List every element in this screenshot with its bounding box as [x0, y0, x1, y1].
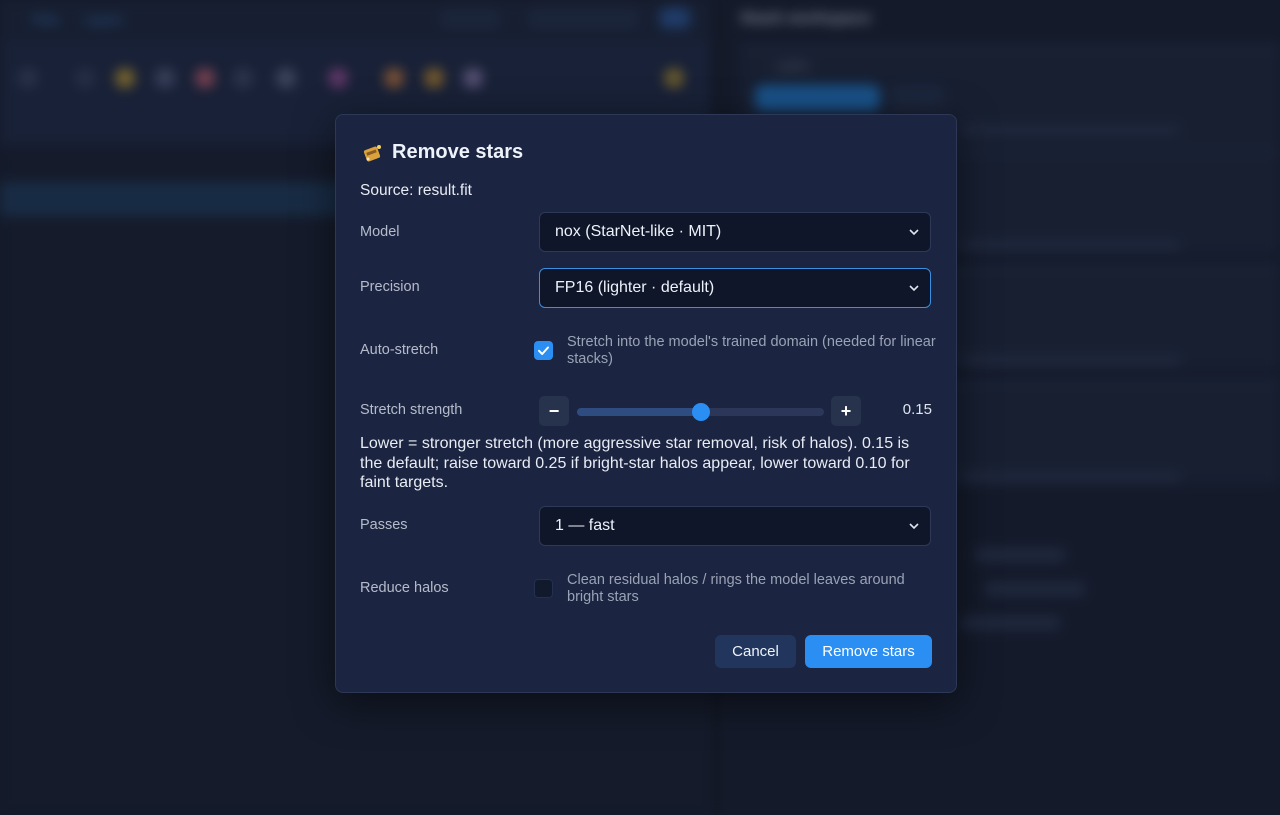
auto-stretch-checkbox[interactable] — [534, 341, 553, 360]
checkmark-icon — [538, 346, 549, 355]
background-tool-icon — [463, 68, 483, 88]
slider-fill — [577, 408, 701, 416]
source-file: Source: result.fit — [360, 182, 472, 199]
dialog-header: Remove stars — [362, 141, 523, 164]
auto-stretch-description: Stretch into the model's trained domain … — [567, 334, 936, 367]
passes-select-value: 1 — fast — [555, 517, 615, 534]
precision-select[interactable]: FP16 (lighter · default) — [539, 268, 931, 308]
background-tool-icon — [384, 68, 404, 88]
background-tool-icon — [276, 68, 296, 88]
cancel-button[interactable]: Cancel — [715, 635, 796, 668]
background-tool-icon — [155, 68, 175, 88]
remove-stars-dialog: Remove stars Source: result.fit Model no… — [335, 114, 957, 693]
stretch-strength-label: Stretch strength — [360, 402, 463, 418]
model-select[interactable]: nox (StarNet-like · MIT) — [539, 212, 931, 252]
background-tool-icon — [115, 68, 135, 88]
stretch-strength-value: 0.15 — [902, 401, 932, 418]
background-line — [960, 125, 1180, 135]
background-line — [960, 240, 1180, 250]
background-tool-icon — [424, 68, 444, 88]
background-button — [890, 85, 945, 111]
stretch-decrease-button[interactable]: − — [539, 396, 569, 426]
model-select-value: nox (StarNet-like · MIT) — [555, 223, 722, 240]
background-tool-icon — [18, 68, 38, 88]
passes-label: Passes — [360, 517, 408, 533]
background-line — [960, 616, 1060, 630]
reduce-halos-checkbox[interactable] — [534, 579, 553, 598]
background-tool-icon — [75, 68, 95, 88]
background-tool-icon — [233, 68, 253, 88]
model-label: Model — [360, 224, 400, 240]
background-tool-icon — [664, 68, 684, 88]
stretch-increase-button[interactable]: + — [831, 396, 861, 426]
background-tool-icon — [328, 68, 348, 88]
chevron-down-icon — [909, 523, 919, 530]
remove-stars-button[interactable]: Remove stars — [805, 635, 932, 668]
reduce-halos-label: Reduce halos — [360, 580, 449, 596]
stretch-strength-slider[interactable] — [577, 403, 824, 421]
background-line — [985, 582, 1085, 596]
stretch-help-text: Lower = stronger stretch (more aggressiv… — [360, 435, 910, 491]
broom-stars-icon — [362, 142, 384, 164]
chevron-down-icon — [909, 285, 919, 292]
background-link-files: Files — [32, 12, 60, 27]
background-line — [975, 548, 1065, 562]
auto-stretch-label: Auto-stretch — [360, 342, 439, 358]
slider-thumb[interactable] — [691, 403, 710, 421]
background-right-title: Stash workspace — [740, 10, 871, 27]
background-pill — [528, 10, 638, 28]
background-line — [960, 355, 1180, 365]
reduce-halos-description: Clean residual halos / rings the model l… — [567, 572, 905, 605]
background-tab: Lights — [775, 58, 810, 73]
chevron-down-icon — [909, 229, 919, 236]
passes-select[interactable]: 1 — fast — [539, 506, 931, 546]
background-link-layers: Layers — [84, 12, 124, 27]
background-pill — [440, 10, 500, 28]
dialog-title: Remove stars — [392, 141, 524, 163]
background-line — [960, 472, 1180, 482]
precision-select-value: FP16 (lighter · default) — [555, 279, 715, 296]
background-tool-icon — [195, 68, 215, 88]
background-pill — [660, 8, 690, 28]
background-button — [755, 85, 880, 111]
precision-label: Precision — [360, 279, 420, 295]
